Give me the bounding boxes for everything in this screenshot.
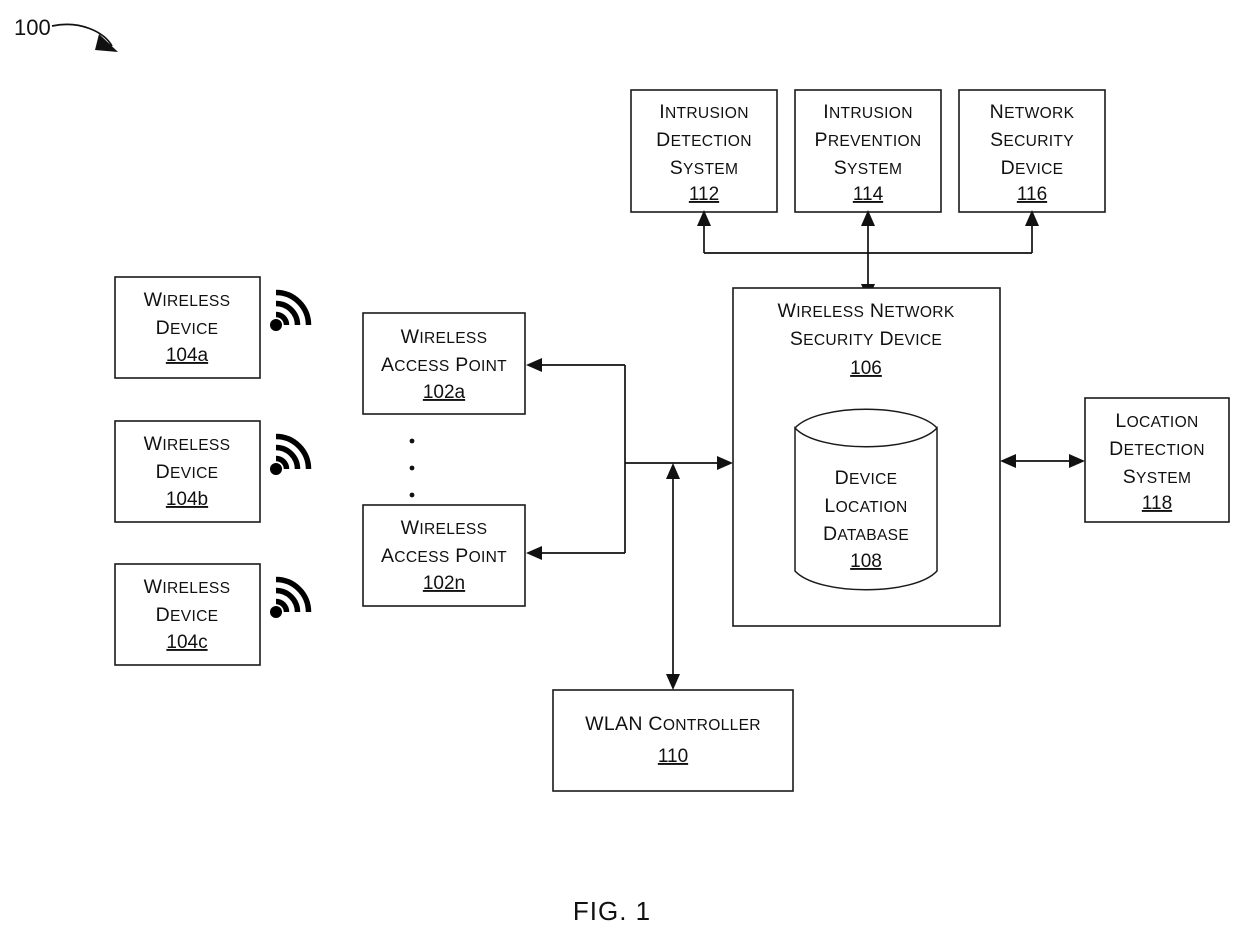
intrusion-detection-system-line-1: INTRUSION [659,101,749,123]
device-location-database-ref: 108 [850,551,882,572]
device-location-database-line-2: LOCATION [824,495,907,517]
intrusion-detection-system-ref: 112 [689,184,719,205]
node-intrusion-prevention-system[interactable]: INTRUSION PREVENTION SYSTEM 114 [794,89,942,213]
location-detection-system-line-1: LOCATION [1115,410,1198,432]
wireless-access-point-a-line-2: ACCESS POINT [381,354,507,376]
arrowhead-into-102n [526,546,542,560]
wlan-controller-ref: 110 [658,746,688,767]
device-location-database-line-3: DATABASE [823,523,909,545]
arrowhead-into-106-left [717,456,733,470]
location-detection-system-ref: 118 [1142,493,1172,514]
wireless-device-a-ref: 104a [166,345,209,366]
wireless-device-b-line-1: WIRELESS [144,433,231,455]
wireless-device-b-line-2: DEVICE [156,461,219,483]
location-detection-system-line-2: DETECTION [1109,438,1205,460]
node-wlan-controller[interactable]: WLAN CONTROLLER 110 [552,689,794,792]
figure-caption: FIG. 1 [573,896,651,926]
network-security-device-ref: 116 [1017,184,1047,205]
connector-access-point-bus [526,358,733,560]
wifi-signal-icon [270,289,312,331]
wireless-device-a-line-2: DEVICE [156,317,219,339]
arrowhead-into-102a [526,358,542,372]
wifi-signal-icon [270,433,312,475]
network-security-device-line-1: NETWORK [990,101,1075,123]
wireless-access-point-a-line-1: WIRELESS [401,326,488,348]
node-network-security-device[interactable]: NETWORK SECURITY DEVICE 116 [958,89,1106,213]
wifi-signal-icon [270,576,312,618]
patent-figure-1: 100 INTRUSION DETECTION SYSTEM 112 INTRU… [14,15,1230,926]
wlan-controller-line-1: WLAN CONTROLLER [585,713,761,735]
figure-leader-arrowhead [95,34,118,52]
intrusion-detection-system-line-3: SYSTEM [670,157,739,179]
network-security-device-line-2: SECURITY [990,129,1074,151]
vertical-ellipsis-icon [409,438,415,498]
location-detection-system-line-3: SYSTEM [1123,466,1192,488]
wireless-device-a-line-1: WIRELESS [144,289,231,311]
node-intrusion-detection-system[interactable]: INTRUSION DETECTION SYSTEM 112 [630,89,778,213]
wireless-device-c-ref: 104c [166,632,207,653]
wireless-network-security-device-ref: 106 [850,358,882,379]
node-location-detection-system[interactable]: LOCATION DETECTION SYSTEM 118 [1084,397,1230,523]
connector-106-to-118 [1000,454,1085,468]
intrusion-prevention-system-ref: 114 [853,184,884,205]
connector-top-bus [697,210,1039,300]
wireless-device-c-line-2: DEVICE [156,604,219,626]
wireless-access-point-n-line-2: ACCESS POINT [381,545,507,567]
node-wireless-device-b[interactable]: WIRELESS DEVICE 104b [114,420,312,523]
arrowhead-up-to-bus [666,463,680,479]
intrusion-prevention-system-line-3: SYSTEM [834,157,903,179]
wireless-network-security-device-line-1: WIRELESS NETWORK [777,300,954,322]
wireless-access-point-a-ref: 102a [423,382,466,403]
network-security-device-line-3: DEVICE [1001,157,1064,179]
wireless-device-c-line-1: WIRELESS [144,576,231,598]
intrusion-prevention-system-line-1: INTRUSION [823,101,913,123]
figure-number: 100 [14,15,51,40]
wlan-controller-box[interactable] [552,689,794,792]
wireless-network-security-device-line-2: SECURITY DEVICE [790,328,942,350]
node-wireless-device-c[interactable]: WIRELESS DEVICE 104c [114,563,312,666]
node-wireless-access-point-a[interactable]: WIRELESS ACCESS POINT 102a [362,312,526,415]
node-wireless-device-a[interactable]: WIRELESS DEVICE 104a [114,276,312,379]
intrusion-prevention-system-line-2: PREVENTION [815,129,922,151]
arrowhead-into-110 [666,674,680,690]
wireless-access-point-n-line-1: WIRELESS [401,517,488,539]
arrowhead-into-118 [1069,454,1085,468]
wireless-access-point-n-ref: 102n [423,573,465,594]
device-location-database-line-1: DEVICE [835,467,898,489]
figure-number-group: 100 [14,15,118,52]
node-wireless-access-point-n[interactable]: WIRELESS ACCESS POINT 102n [362,504,526,607]
node-wireless-network-security-device[interactable]: WIRELESS NETWORK SECURITY DEVICE 106 DEV… [732,287,1001,627]
connector-bus-to-wlan-controller [666,463,680,690]
wireless-device-b-ref: 104b [166,489,208,510]
arrowhead-into-106-right [1000,454,1016,468]
intrusion-detection-system-line-2: DETECTION [656,129,752,151]
